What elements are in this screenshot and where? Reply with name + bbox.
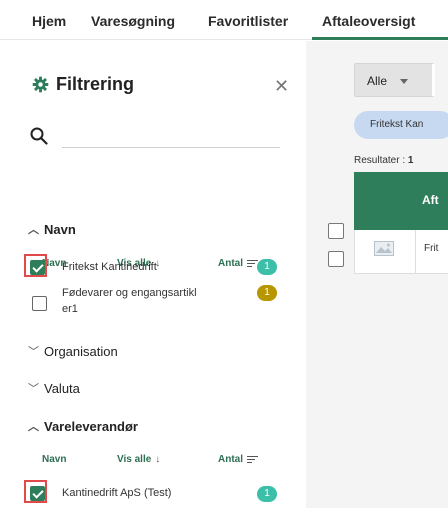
tab-hjem[interactable]: Hjem bbox=[32, 13, 66, 29]
section-organisation-label: Organisation bbox=[44, 343, 118, 359]
sort-lines-icon bbox=[247, 455, 258, 464]
chevron-down-icon: ﹀ bbox=[28, 383, 39, 395]
filter-chip[interactable]: Fritekst Kan bbox=[354, 111, 448, 139]
filter-title: Filtrering bbox=[32, 74, 134, 95]
count-badge: 1 bbox=[257, 285, 277, 301]
table-header-label[interactable]: Aft bbox=[422, 193, 439, 207]
results-count: Resultater : 1 bbox=[354, 155, 413, 166]
count-badge: 1 bbox=[257, 486, 277, 502]
status-dropdown[interactable]: Alle bbox=[354, 63, 435, 97]
section-navn-header[interactable]: ︿ Navn bbox=[28, 221, 76, 237]
column-header-navn: Navn bbox=[42, 454, 66, 465]
top-navigation: Hjem Varesøgning Favoritlister Aftaleove… bbox=[0, 0, 448, 40]
checkbox-kantinedrift-aps[interactable] bbox=[30, 486, 45, 501]
tab-varesogning[interactable]: Varesøgning bbox=[91, 13, 175, 29]
section-vareleverandor-header[interactable]: ︿ Vareleverandør bbox=[28, 418, 138, 434]
section-valuta-label: Valuta bbox=[44, 380, 80, 396]
results-number: 1 bbox=[407, 155, 414, 166]
item-label-line1: Fødevarer og engangsartikl bbox=[62, 287, 197, 299]
image-placeholder-icon bbox=[374, 241, 394, 256]
gear-icon bbox=[32, 76, 49, 93]
table-row[interactable]: Frit bbox=[354, 230, 448, 274]
filter-panel: Filtrering ✕ ︿ Navn Navn Vis alle ↓ Antal… bbox=[0, 41, 306, 508]
row-checkbox[interactable] bbox=[328, 251, 344, 267]
column-header-antal[interactable]: Antal bbox=[218, 258, 258, 269]
column-count-label: Antal bbox=[218, 258, 243, 269]
count-badge: 1 bbox=[257, 259, 277, 275]
table-header: Aft bbox=[354, 172, 448, 230]
active-tab-indicator bbox=[312, 37, 448, 40]
filter-title-label: Filtrering bbox=[56, 74, 135, 94]
chevron-down-icon: ﹀ bbox=[28, 346, 39, 358]
column-count-label: Antal bbox=[218, 454, 243, 465]
close-icon[interactable]: ✕ bbox=[274, 77, 289, 95]
item-label: Kantinedrift ApS (Test) bbox=[62, 487, 172, 499]
show-all-link[interactable]: Vis alle ↓ bbox=[117, 454, 160, 465]
cell-divider bbox=[415, 230, 416, 274]
search-input[interactable] bbox=[62, 125, 280, 147]
dropdown-value: Alle bbox=[367, 74, 388, 88]
chevron-up-icon: ︿ bbox=[28, 224, 39, 236]
tab-aftaleoversigt[interactable]: Aftaleoversigt bbox=[322, 13, 415, 29]
select-all-checkbox[interactable] bbox=[328, 223, 344, 239]
section-vareleverandor-label: Vareleverandør bbox=[44, 418, 138, 434]
column-header-antal[interactable]: Antal bbox=[218, 454, 258, 465]
dropdown-divider bbox=[432, 64, 435, 96]
search-icon bbox=[30, 127, 48, 145]
section-navn-label: Navn bbox=[44, 221, 76, 237]
item-label-line2: er1 bbox=[62, 303, 78, 315]
chevron-up-icon: ︿ bbox=[28, 421, 39, 433]
column-name-label: Navn bbox=[42, 454, 67, 465]
checkbox-fritekst-kantinedrift[interactable] bbox=[30, 260, 45, 275]
row-name: Frit bbox=[424, 243, 439, 254]
show-all-label: Vis alle bbox=[117, 454, 152, 465]
checkbox-fodevarer[interactable] bbox=[32, 296, 47, 311]
results-label: Resultater : bbox=[354, 155, 406, 166]
search-underline bbox=[62, 147, 280, 148]
item-label: Fritekst Kantinedrift bbox=[62, 261, 157, 273]
tab-favoritlister[interactable]: Favoritlister bbox=[208, 13, 288, 29]
cell-divider bbox=[354, 230, 355, 274]
arrow-down-icon: ↓ bbox=[155, 454, 161, 465]
filter-chip-label: Fritekst Kan bbox=[370, 119, 424, 130]
caret-down-icon bbox=[400, 79, 408, 84]
section-valuta-header[interactable]: ﹀ Valuta bbox=[28, 380, 80, 396]
section-organisation-header[interactable]: ﹀ Organisation bbox=[28, 343, 118, 359]
results-area: Alle Fritekst Kan Resultater : 1 Aft Fri… bbox=[306, 41, 448, 508]
